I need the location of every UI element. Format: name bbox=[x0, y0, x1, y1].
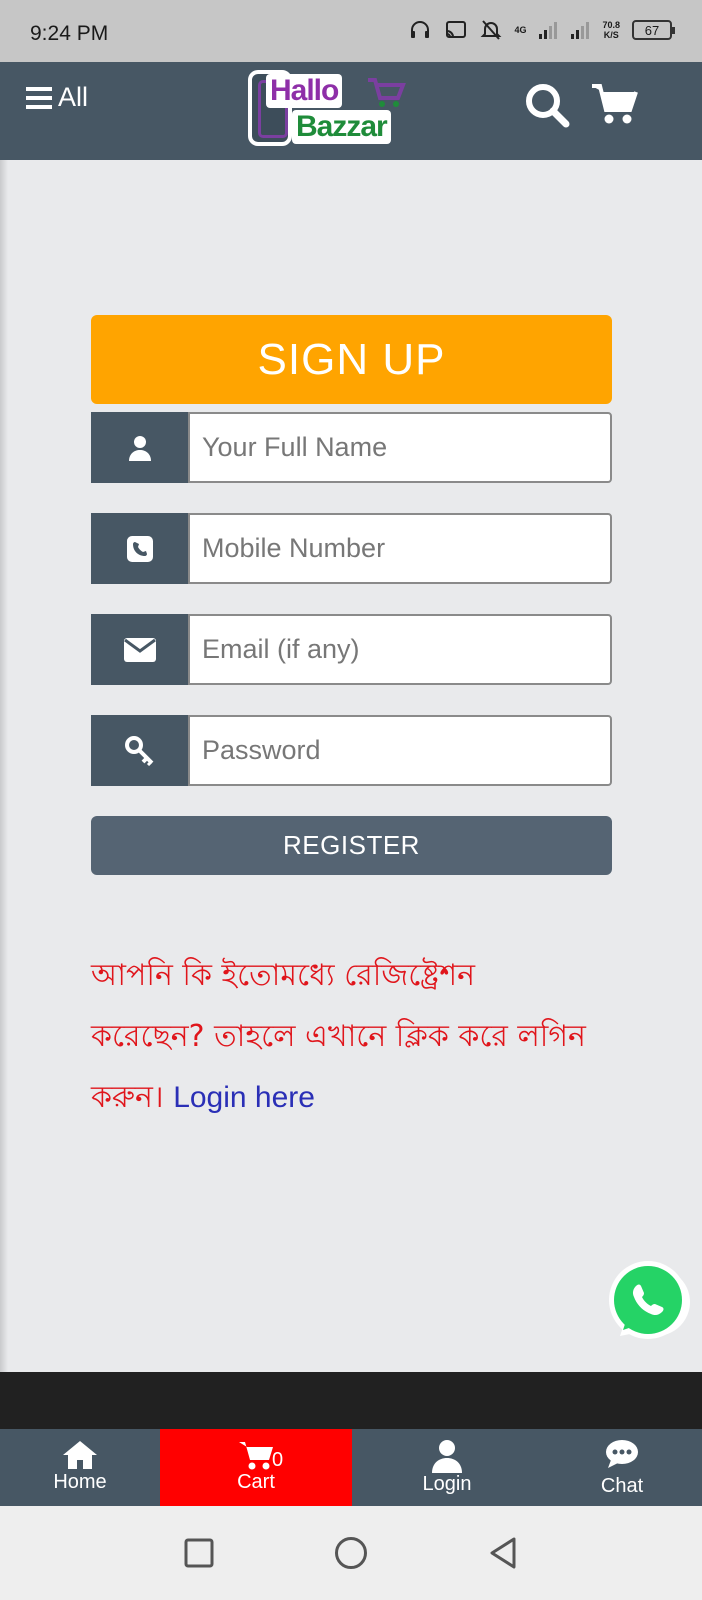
signal-2-icon bbox=[571, 22, 590, 39]
user-icon bbox=[432, 1440, 462, 1473]
login-here-link[interactable]: Login here bbox=[173, 1081, 315, 1114]
password-row bbox=[91, 715, 612, 786]
nav-login[interactable]: Login bbox=[352, 1429, 542, 1506]
logo[interactable]: Hallo Bazzar bbox=[248, 70, 436, 152]
speed-value: 70.8 bbox=[602, 20, 620, 30]
email-input[interactable] bbox=[188, 614, 612, 685]
nav-home[interactable]: Home bbox=[0, 1429, 160, 1506]
mobile-row bbox=[91, 513, 612, 584]
bottom-nav: Home 0 Cart Login Chat bbox=[0, 1429, 702, 1506]
bell-off-icon bbox=[481, 20, 502, 40]
cast-icon bbox=[446, 21, 467, 38]
recent-apps-icon[interactable] bbox=[184, 1538, 214, 1568]
email-row bbox=[91, 614, 612, 685]
nav-chat[interactable]: Chat bbox=[542, 1429, 702, 1506]
password-input[interactable] bbox=[188, 715, 612, 786]
android-nav-bar bbox=[0, 1506, 702, 1600]
menu-button[interactable]: All bbox=[26, 82, 88, 113]
signal-icon bbox=[539, 22, 558, 39]
status-bar: 9:24 PM 4G 70.8 K/S 67 bbox=[0, 0, 702, 62]
logo-text-hallo: Hallo bbox=[266, 74, 343, 108]
register-button[interactable]: REGISTER bbox=[91, 816, 612, 875]
menu-label: All bbox=[58, 82, 89, 112]
login-note-text: আপনি কি ইতোমধ্যে রেজিষ্ট্রেশন করেছেন? তা… bbox=[91, 958, 586, 1115]
chat-bubble-icon bbox=[606, 1440, 638, 1468]
search-icon[interactable] bbox=[524, 82, 570, 128]
mobile-number-input[interactable] bbox=[188, 513, 612, 584]
logo-cart-icon bbox=[368, 78, 406, 107]
nav-home-label: Home bbox=[53, 1471, 107, 1493]
cart-icon bbox=[239, 1442, 273, 1470]
cart-icon[interactable] bbox=[590, 82, 638, 126]
status-time: 9:24 PM bbox=[30, 22, 109, 45]
nav-cart[interactable]: 0 Cart bbox=[160, 1429, 352, 1506]
user-icon bbox=[91, 412, 188, 483]
nav-chat-label: Chat bbox=[600, 1475, 644, 1497]
login-note: আপনি কি ইতোমধ্যে রেজিষ্ট্রেশন করেছেন? তা… bbox=[91, 945, 591, 1128]
hamburger-icon bbox=[26, 86, 52, 109]
nav-login-label: Login bbox=[422, 1473, 472, 1495]
cart-count: 0 bbox=[272, 1449, 284, 1471]
whatsapp-icon[interactable] bbox=[606, 1260, 690, 1344]
nav-cart-label: Cart bbox=[237, 1471, 275, 1493]
status-icons: 4G 70.8 K/S 67 bbox=[408, 18, 675, 42]
envelope-icon bbox=[91, 614, 188, 685]
header: All Hallo Bazzar bbox=[0, 62, 702, 160]
signup-title: SIGN UP bbox=[91, 315, 612, 404]
back-icon[interactable] bbox=[488, 1536, 518, 1570]
footer-band bbox=[0, 1372, 702, 1429]
logo-text-bazzar: Bazzar bbox=[292, 110, 391, 144]
home-icon bbox=[63, 1441, 97, 1469]
home-circle-icon[interactable] bbox=[334, 1536, 368, 1570]
battery-icon: 67 bbox=[632, 20, 675, 40]
headset-icon bbox=[411, 21, 430, 38]
network-speed: 70.8 K/S bbox=[602, 20, 620, 40]
speed-unit: K/S bbox=[603, 30, 619, 40]
phone-icon bbox=[91, 513, 188, 584]
key-icon bbox=[91, 715, 188, 786]
full-name-row bbox=[91, 412, 612, 483]
full-name-input[interactable] bbox=[188, 412, 612, 483]
page-edge-shadow bbox=[0, 160, 8, 1372]
network-type: 4G bbox=[514, 25, 527, 35]
